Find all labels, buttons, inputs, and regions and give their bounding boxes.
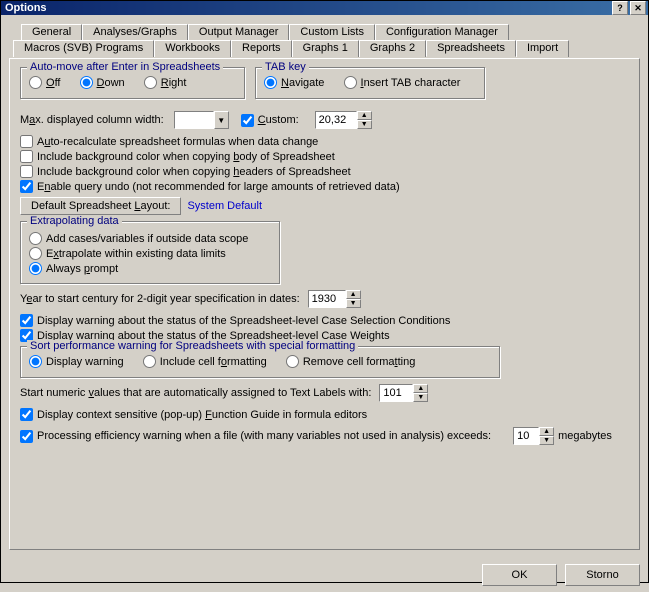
year-spin-up[interactable]: ▲	[346, 290, 361, 299]
dialog-footer: OK Storno	[1, 558, 648, 592]
year-input[interactable]	[308, 290, 346, 308]
maxwidth-input[interactable]	[174, 111, 214, 129]
bghead-checkbox[interactable]: Include background color when copying he…	[20, 165, 351, 178]
autorecalc-checkbox[interactable]: Auto-recalculate spreadsheet formulas wh…	[20, 135, 318, 148]
sortperf-warn-radio[interactable]: Display warning	[29, 355, 124, 368]
tab-output-manager[interactable]: Output Manager	[188, 24, 290, 40]
year-spin-down[interactable]: ▼	[346, 299, 361, 308]
tabkey-navigate-radio[interactable]: Navigate	[264, 76, 324, 89]
automove-right-radio[interactable]: Right	[144, 76, 187, 89]
proceff-spin-down[interactable]: ▼	[539, 436, 554, 445]
tabstrip: GeneralAnalyses/GraphsOutput ManagerCust…	[9, 23, 640, 56]
maxwidth-combo[interactable]: ▼	[174, 111, 229, 129]
tab-page-spreadsheets: Auto-move after Enter in Spreadsheets Of…	[9, 58, 640, 550]
year-spin[interactable]: ▲▼	[308, 290, 361, 308]
proceff-spin[interactable]: ▲▼	[513, 427, 554, 445]
sortperf-include-radio[interactable]: Include cell formatting	[143, 355, 267, 368]
window-title: Options	[3, 2, 612, 14]
custom-spin-down[interactable]: ▼	[357, 120, 372, 129]
maxwidth-label: Max. displayed column width:	[20, 114, 164, 126]
proceff-input[interactable]	[513, 427, 539, 445]
tab-spreadsheets[interactable]: Spreadsheets	[426, 40, 516, 57]
warn-caseselect-checkbox[interactable]: Display warning about the status of the …	[20, 314, 450, 327]
group-tabkey-legend: TAB key	[262, 61, 309, 73]
year-label: Year to start century for 2-digit year s…	[20, 293, 300, 305]
maxwidth-dropdown-button[interactable]: ▼	[214, 111, 229, 129]
proceff-spin-up[interactable]: ▲	[539, 427, 554, 436]
default-layout-button[interactable]: Default Spreadsheet Layout:	[20, 197, 181, 215]
group-sortperf-legend: Sort performance warning for Spreadsheet…	[27, 340, 358, 352]
group-tabkey: TAB key Navigate Insert TAB character	[255, 67, 485, 99]
tab-custom-lists[interactable]: Custom Lists	[289, 24, 375, 40]
tab-import[interactable]: Import	[516, 40, 569, 57]
tab-macros-svb-programs[interactable]: Macros (SVB) Programs	[13, 40, 154, 57]
content-area: GeneralAnalyses/GraphsOutput ManagerCust…	[1, 15, 648, 558]
startnum-input[interactable]	[379, 384, 413, 402]
startnum-spin-up[interactable]: ▲	[413, 384, 428, 393]
custom-spin-up[interactable]: ▲	[357, 111, 372, 120]
startnum-label: Start numeric values that are automatica…	[20, 387, 371, 399]
group-automove-legend: Auto-move after Enter in Spreadsheets	[27, 61, 223, 73]
tab-general[interactable]: General	[21, 24, 82, 40]
group-extrapolate: Extrapolating data Add cases/variables i…	[20, 221, 280, 284]
tab-graphs-2[interactable]: Graphs 2	[359, 40, 426, 57]
group-automove: Auto-move after Enter in Spreadsheets Of…	[20, 67, 245, 99]
proceff-unit: megabytes	[558, 430, 612, 442]
custom-value-input[interactable]	[315, 111, 357, 129]
bgbody-checkbox[interactable]: Include background color when copying bo…	[20, 150, 335, 163]
tabkey-insert-radio[interactable]: Insert TAB character	[344, 76, 461, 89]
close-button[interactable]: ✕	[630, 1, 646, 15]
automove-down-radio[interactable]: Down	[80, 76, 125, 89]
fnguide-checkbox[interactable]: Display context sensitive (pop-up) Funct…	[20, 408, 367, 421]
help-button[interactable]: ?	[612, 1, 628, 15]
tab-reports[interactable]: Reports	[231, 40, 292, 57]
group-sortperf: Sort performance warning for Spreadsheet…	[20, 346, 500, 378]
options-dialog: Options ? ✕ GeneralAnalyses/GraphsOutput…	[0, 0, 649, 583]
extrapolate-add-radio[interactable]: Add cases/variables if outside data scop…	[29, 232, 248, 245]
group-extrapolate-legend: Extrapolating data	[27, 215, 122, 227]
default-layout-value: System Default	[187, 200, 262, 212]
automove-off-radio[interactable]: Off	[29, 76, 60, 89]
tab-graphs-1[interactable]: Graphs 1	[292, 40, 359, 57]
extrapolate-prompt-radio[interactable]: Always prompt	[29, 262, 118, 275]
startnum-spin-down[interactable]: ▼	[413, 393, 428, 402]
tab-configuration-manager[interactable]: Configuration Manager	[375, 24, 509, 40]
sortperf-remove-radio[interactable]: Remove cell formatting	[286, 355, 416, 368]
extrapolate-limits-radio[interactable]: Extrapolate within existing data limits	[29, 247, 226, 260]
maxwidth-row: Max. displayed column width: ▼ Custom: ▲…	[20, 111, 629, 129]
tab-workbooks[interactable]: Workbooks	[154, 40, 231, 57]
proceff-checkbox[interactable]: Processing efficiency warning when a fil…	[20, 430, 491, 443]
titlebar[interactable]: Options ? ✕	[1, 1, 648, 15]
tab-analyses-graphs[interactable]: Analyses/Graphs	[82, 24, 188, 40]
startnum-spin[interactable]: ▲▼	[379, 384, 428, 402]
custom-spin[interactable]: ▲▼	[315, 111, 372, 129]
custom-checkbox[interactable]: Custom:	[241, 114, 299, 127]
queryundo-checkbox[interactable]: Enable query undo (not recommended for l…	[20, 180, 400, 193]
